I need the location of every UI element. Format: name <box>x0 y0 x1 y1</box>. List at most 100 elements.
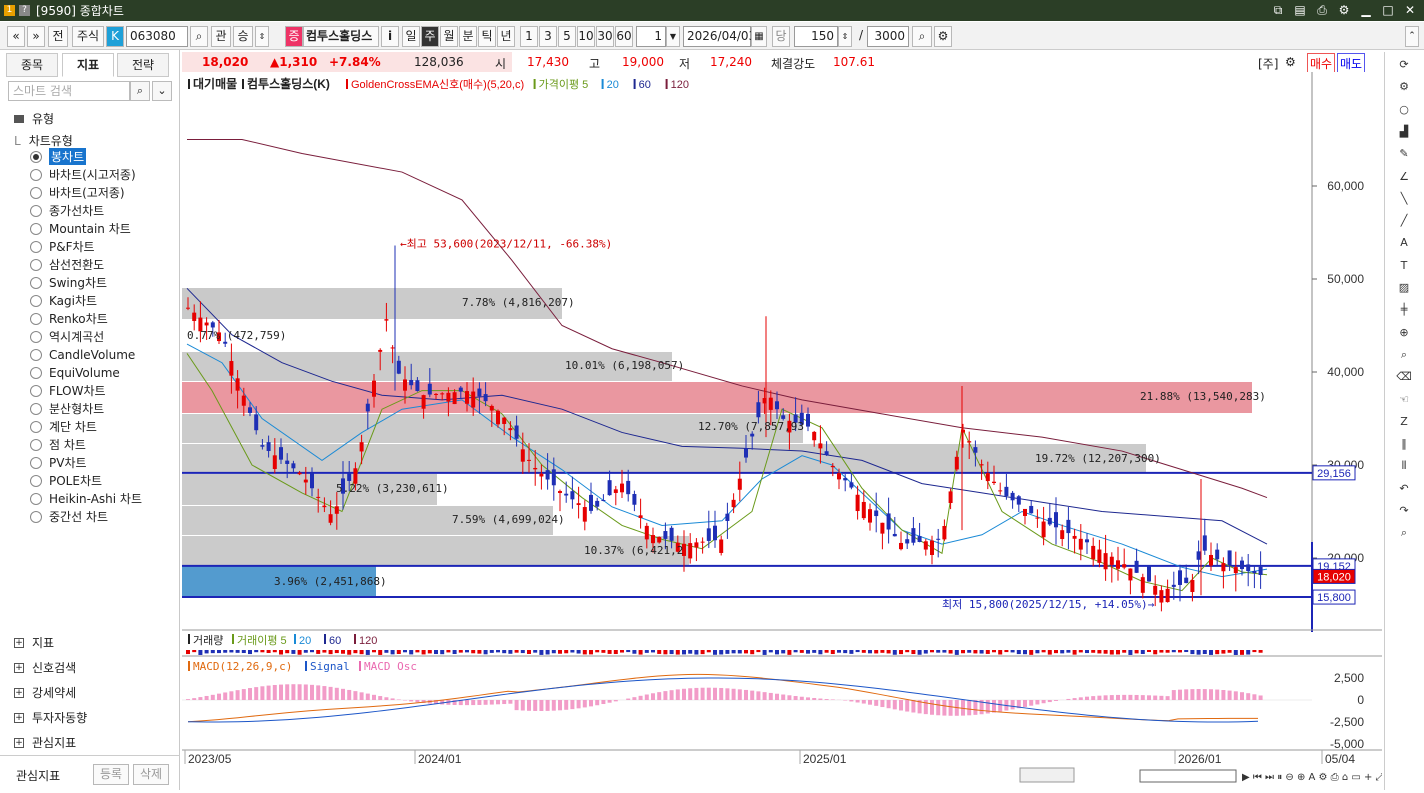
more-button[interactable]: » <box>27 26 45 47</box>
redo-icon[interactable]: ↷ <box>1395 502 1413 520</box>
radio-icon[interactable] <box>30 187 42 199</box>
prev-button[interactable]: « <box>7 26 25 47</box>
info-button[interactable]: i <box>381 26 399 47</box>
search-icon[interactable]: ⌕ <box>190 26 208 47</box>
chart-type-item[interactable]: Renko차트 <box>30 310 108 327</box>
plus-icon[interactable]: + <box>14 713 24 723</box>
radio-icon[interactable] <box>30 241 42 253</box>
all-button[interactable]: 전 <box>48 26 68 47</box>
gear-icon[interactable]: ⚙ <box>1395 78 1413 96</box>
section-type[interactable]: 유형 <box>14 110 54 127</box>
candle-icon[interactable]: ╪ <box>1395 301 1413 319</box>
radio-icon[interactable] <box>30 421 42 433</box>
radio-icon[interactable] <box>30 259 42 271</box>
radio-icon[interactable] <box>30 277 42 289</box>
tilt-icon[interactable]: ╲ <box>1395 190 1413 208</box>
setting-icon[interactable]: ⚙ <box>934 26 952 47</box>
text-icon[interactable]: T <box>1395 257 1413 275</box>
angle-icon[interactable]: ∠ <box>1395 168 1413 186</box>
chart-type-item[interactable]: 계단 차트 <box>30 418 97 435</box>
zoom-in-icon[interactable]: ⊕ <box>1395 324 1413 342</box>
chart-type-item[interactable]: 분산형차트 <box>30 400 104 417</box>
chart-type-item[interactable]: 삼선전환도 <box>30 256 104 273</box>
period-minute[interactable]: 분 <box>459 26 477 47</box>
count-input[interactable]: 150 <box>794 26 838 47</box>
updown-spin[interactable]: ⇕ <box>255 26 269 47</box>
radio-icon[interactable] <box>30 169 42 181</box>
bars-icon[interactable]: ‖ <box>1395 435 1413 453</box>
unit-label[interactable]: [주] <box>1258 55 1278 72</box>
code-input[interactable]: 063080 <box>126 26 188 47</box>
radio-icon[interactable] <box>30 439 42 451</box>
chart-type-item[interactable]: 바차트(고저종) <box>30 184 125 201</box>
chart-type-item[interactable]: PV차트 <box>30 454 87 471</box>
auto-icon[interactable]: A <box>1395 234 1413 252</box>
k-button[interactable]: K <box>106 26 124 47</box>
radio-icon[interactable] <box>30 403 42 415</box>
min-5[interactable]: 5 <box>558 26 576 47</box>
chart-type-item[interactable]: 점 차트 <box>30 436 86 453</box>
section-0[interactable]: +지표 <box>14 634 54 651</box>
section-4[interactable]: +관심지표 <box>14 734 76 751</box>
buy-button[interactable]: 매수 <box>1307 53 1335 74</box>
min-10[interactable]: 10 <box>577 26 595 47</box>
chart-svg[interactable]: 60,00050,00040,00030,00020,000←최고 53,600… <box>182 72 1382 790</box>
plus-icon[interactable]: + <box>14 688 24 698</box>
plus-icon[interactable]: + <box>14 738 24 748</box>
date-input[interactable]: 2026/04/03 <box>683 26 751 47</box>
expand-icon[interactable]: ⌃ <box>1405 26 1419 47</box>
chart-icon[interactable]: ▟ <box>1395 123 1413 141</box>
z-icon[interactable]: Z <box>1395 413 1413 431</box>
section-3[interactable]: +투자자동향 <box>14 709 87 726</box>
hand-icon[interactable]: ☜ <box>1395 391 1413 409</box>
refresh-icon[interactable]: ⟳ <box>1395 56 1413 74</box>
total-input[interactable]: 3000 <box>867 26 909 47</box>
maximize-icon[interactable]: □ <box>1380 2 1396 18</box>
print-icon[interactable]: ⎙ <box>1314 2 1330 18</box>
radio-icon[interactable] <box>30 331 42 343</box>
min-30[interactable]: 30 <box>596 26 614 47</box>
radio-icon[interactable] <box>30 151 42 163</box>
radio-icon[interactable] <box>30 493 42 505</box>
tab-indicator[interactable]: 지표 <box>62 53 114 77</box>
radio-icon[interactable] <box>30 349 42 361</box>
radio-icon[interactable] <box>30 367 42 379</box>
chart-type-item[interactable]: Mountain 차트 <box>30 220 131 237</box>
count-spin[interactable]: ⇕ <box>838 26 852 47</box>
chart-type-item[interactable]: 바차트(시고저종) <box>30 166 136 183</box>
expand-search-icon[interactable]: ⌄ <box>152 81 172 101</box>
current-button[interactable]: 당 <box>772 26 790 47</box>
close-icon[interactable]: ✕ <box>1402 2 1418 18</box>
section-1[interactable]: +신호검색 <box>14 659 76 676</box>
bars2-icon[interactable]: ⫴ <box>1395 457 1413 475</box>
circle-icon[interactable]: ○ <box>1395 101 1413 119</box>
period-day[interactable]: 일 <box>402 26 420 47</box>
min-60[interactable]: 60 <box>615 26 633 47</box>
search-icon[interactable]: ⌕ <box>1395 524 1413 542</box>
chart-type-item[interactable]: Kagi차트 <box>30 292 97 309</box>
gear-icon[interactable]: ⚙ <box>1285 55 1296 69</box>
chart-type-item[interactable]: Heikin-Ashi 차트 <box>30 490 142 507</box>
save-icon[interactable]: ▤ <box>1292 2 1308 18</box>
filter-icon[interactable]: ▨ <box>1395 279 1413 297</box>
radio-icon[interactable] <box>30 313 42 325</box>
delete-button[interactable]: 삭제 <box>133 764 169 785</box>
magnify-icon[interactable]: ⌕ <box>1395 346 1413 364</box>
radio-icon[interactable] <box>30 475 42 487</box>
search-icon[interactable]: ⌕ <box>130 81 150 101</box>
radio-icon[interactable] <box>30 295 42 307</box>
radio-icon[interactable] <box>30 385 42 397</box>
tab-stock[interactable]: 종목 <box>6 53 58 77</box>
register-button[interactable]: 등록 <box>93 764 129 785</box>
market-select[interactable]: 주식 <box>72 26 104 47</box>
section-2[interactable]: +강세약세 <box>14 684 76 701</box>
up-button[interactable]: 승 <box>233 26 253 47</box>
chart-type-item[interactable]: POLE차트 <box>30 472 102 489</box>
link-icon[interactable]: ⧉ <box>1270 2 1286 18</box>
chart-type-item[interactable]: 역시계곡선 <box>30 328 104 345</box>
tab-strategy[interactable]: 전략 <box>117 53 169 77</box>
sell-button[interactable]: 매도 <box>1337 53 1365 74</box>
period-month[interactable]: 월 <box>440 26 458 47</box>
period-tick[interactable]: 틱 <box>478 26 496 47</box>
chart-type-item[interactable]: Swing차트 <box>30 274 107 291</box>
